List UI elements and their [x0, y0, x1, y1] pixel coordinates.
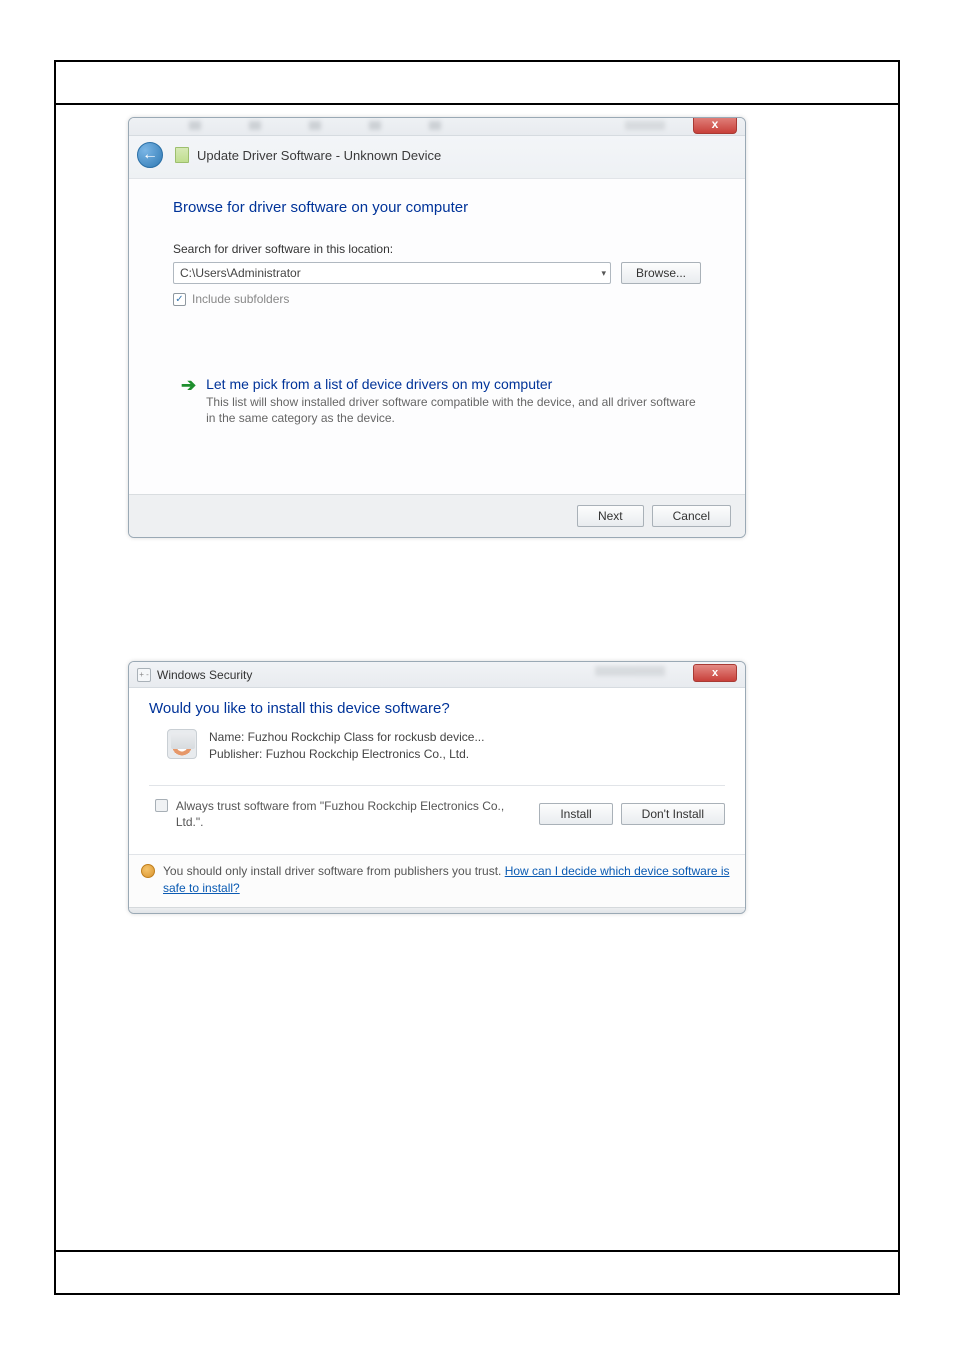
driver-file-icon [175, 147, 189, 163]
search-location-label: Search for driver software in this locat… [173, 242, 701, 256]
next-button[interactable]: Next [577, 505, 644, 527]
include-subfolders-label: Include subfolders [192, 292, 289, 306]
option-description: This list will show installed driver sof… [206, 394, 701, 426]
dont-install-button[interactable]: Don't Install [621, 803, 725, 825]
dialog-title: Update Driver Software - Unknown Device [197, 148, 441, 163]
close-button[interactable]: x [693, 117, 737, 134]
windows-security-dialog: + - Windows Security x Would you like to… [128, 661, 746, 914]
path-value: C:\Users\Administrator [180, 266, 301, 280]
software-name: Name: Fuzhou Rockchip Class for rockusb … [209, 729, 484, 746]
path-combobox[interactable]: C:\Users\Administrator ▾ [173, 262, 611, 284]
titlebar-blur: x [129, 118, 745, 136]
pick-from-list-option[interactable]: ➔ Let me pick from a list of device driv… [173, 374, 701, 426]
cancel-button[interactable]: Cancel [652, 505, 731, 527]
back-button[interactable]: ← [137, 142, 163, 168]
disc-icon [167, 729, 197, 759]
software-publisher: Publisher: Fuzhou Rockchip Electronics C… [209, 746, 484, 763]
body-heading: Would you like to install this device so… [149, 700, 725, 717]
body-heading: Browse for driver software on your compu… [173, 199, 701, 216]
browse-button[interactable]: Browse... [621, 262, 701, 284]
security-window-icon: + - [137, 668, 151, 682]
install-button[interactable]: Install [539, 803, 612, 825]
shield-icon [141, 864, 155, 878]
update-driver-dialog: x ← Update Driver Software - Unknown Dev… [128, 117, 746, 538]
close-button[interactable]: x [693, 664, 737, 682]
chevron-down-icon: ▾ [601, 268, 606, 279]
include-subfolders-checkbox[interactable]: ✓ [173, 293, 186, 306]
window-title: Windows Security [157, 668, 252, 682]
header-row: ← Update Driver Software - Unknown Devic… [129, 136, 745, 179]
always-trust-label: Always trust software from "Fuzhou Rockc… [176, 798, 529, 830]
always-trust-checkbox[interactable] [155, 799, 168, 812]
titlebar: + - Windows Security x [129, 662, 745, 688]
warning-prefix: You should only install driver software … [163, 864, 505, 878]
option-title: Let me pick from a list of device driver… [206, 376, 701, 392]
arrow-right-icon: ➔ [181, 378, 196, 426]
warning-text: You should only install driver software … [163, 863, 733, 897]
